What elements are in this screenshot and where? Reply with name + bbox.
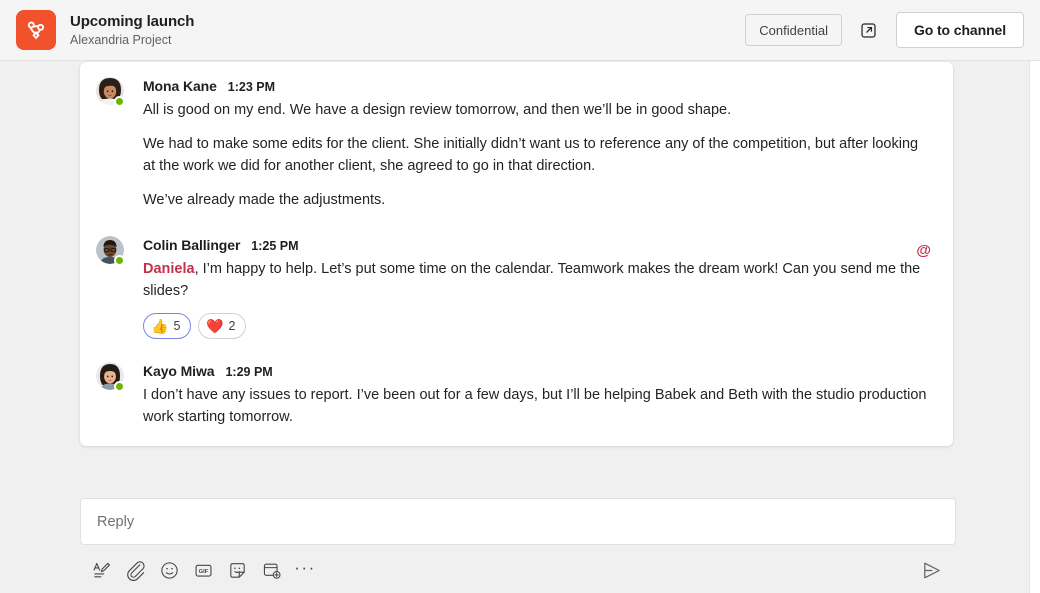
avatar[interactable] — [96, 236, 128, 268]
mention-flag-icon: @ — [916, 242, 931, 259]
right-edge-rail — [1029, 61, 1040, 593]
message-author[interactable]: Colin Ballinger — [143, 235, 240, 255]
message-item: Mona Kane 1:23 PM All is good on my end.… — [80, 76, 953, 211]
status-badge-confidential: Confidential — [745, 14, 842, 46]
gif-icon[interactable]: GIF — [186, 553, 220, 587]
presence-indicator-available — [114, 255, 125, 266]
message-paragraph: Daniela, I’m happy to help. Let’s put so… — [143, 258, 929, 302]
message-text: , I’m happy to help. Let’s put some time… — [143, 261, 921, 299]
format-text-icon[interactable] — [84, 553, 118, 587]
reaction-count: 5 — [173, 318, 181, 333]
message-body: Mona Kane 1:23 PM All is good on my end.… — [143, 76, 929, 211]
message-header: Colin Ballinger 1:25 PM — [143, 235, 929, 256]
message-timestamp: 1:29 PM — [225, 365, 273, 379]
go-to-channel-button[interactable]: Go to channel — [895, 12, 1024, 48]
reaction-bar: 👍 5 ❤️ 2 — [143, 313, 929, 339]
more-options-glyph: ··· — [294, 557, 316, 577]
open-in-new-window-icon[interactable] — [854, 15, 884, 45]
reply-composer: Reply GIF ··· — [80, 498, 956, 591]
message-list-card: Mona Kane 1:23 PM All is good on my end.… — [80, 62, 953, 446]
attach-file-icon[interactable] — [118, 553, 152, 587]
knot-logo-icon — [16, 10, 56, 50]
send-icon[interactable] — [914, 553, 948, 587]
composer-toolbar: GIF ··· — [80, 549, 956, 591]
avatar[interactable] — [96, 77, 128, 109]
thread-header: Upcoming launch Alexandria Project Confi… — [0, 0, 1040, 61]
sticker-icon[interactable] — [220, 553, 254, 587]
header-title-group: Upcoming launch Alexandria Project — [70, 12, 745, 49]
presence-indicator-available — [114, 381, 125, 392]
svg-text:GIF: GIF — [198, 568, 208, 574]
message-timestamp: 1:25 PM — [251, 239, 299, 253]
page-title: Upcoming launch — [70, 12, 195, 30]
message-body: Kayo Miwa 1:29 PM I don’t have any issue… — [143, 361, 929, 428]
message-header: Mona Kane 1:23 PM — [143, 76, 929, 97]
message-body: Colin Ballinger 1:25 PM Daniela, I’m hap… — [143, 235, 929, 339]
more-options-icon[interactable]: ··· — [288, 553, 322, 587]
reply-input[interactable]: Reply — [80, 498, 956, 545]
message-paragraph: We’ve already made the adjustments. — [143, 192, 386, 208]
message-timestamp: 1:23 PM — [227, 80, 276, 94]
page-subtitle: Alexandria Project — [70, 32, 172, 47]
message-paragraph: We had to make some edits for the client… — [143, 136, 919, 174]
message-item: @ Colin Ballinger 1:25 PM Daniela, I’m h… — [80, 235, 953, 339]
presence-indicator-available — [114, 96, 125, 107]
reaction-heart[interactable]: ❤️ 2 — [198, 313, 246, 339]
reaction-count: 2 — [228, 318, 236, 333]
apps-add-icon[interactable] — [254, 553, 288, 587]
message-author[interactable]: Mona Kane — [143, 76, 217, 96]
header-actions: Confidential Go to channel — [745, 12, 1024, 48]
thumbs-up-icon: 👍 — [151, 318, 169, 334]
message-header: Kayo Miwa 1:29 PM — [143, 361, 929, 382]
message-paragraph: All is good on my end. We have a design … — [143, 102, 732, 118]
message-author[interactable]: Kayo Miwa — [143, 361, 215, 381]
reply-placeholder: Reply — [97, 513, 135, 530]
reaction-thumbs-up[interactable]: 👍 5 — [143, 313, 191, 339]
thread-main: Mona Kane 1:23 PM All is good on my end.… — [0, 61, 1029, 593]
message-paragraph: I don’t have any issues to report. I’ve … — [143, 387, 927, 425]
heart-icon: ❤️ — [206, 318, 224, 334]
avatar[interactable] — [96, 362, 128, 394]
emoji-icon[interactable] — [152, 553, 186, 587]
user-mention[interactable]: Daniela — [143, 261, 195, 277]
message-item: Kayo Miwa 1:29 PM I don’t have any issue… — [80, 361, 953, 428]
